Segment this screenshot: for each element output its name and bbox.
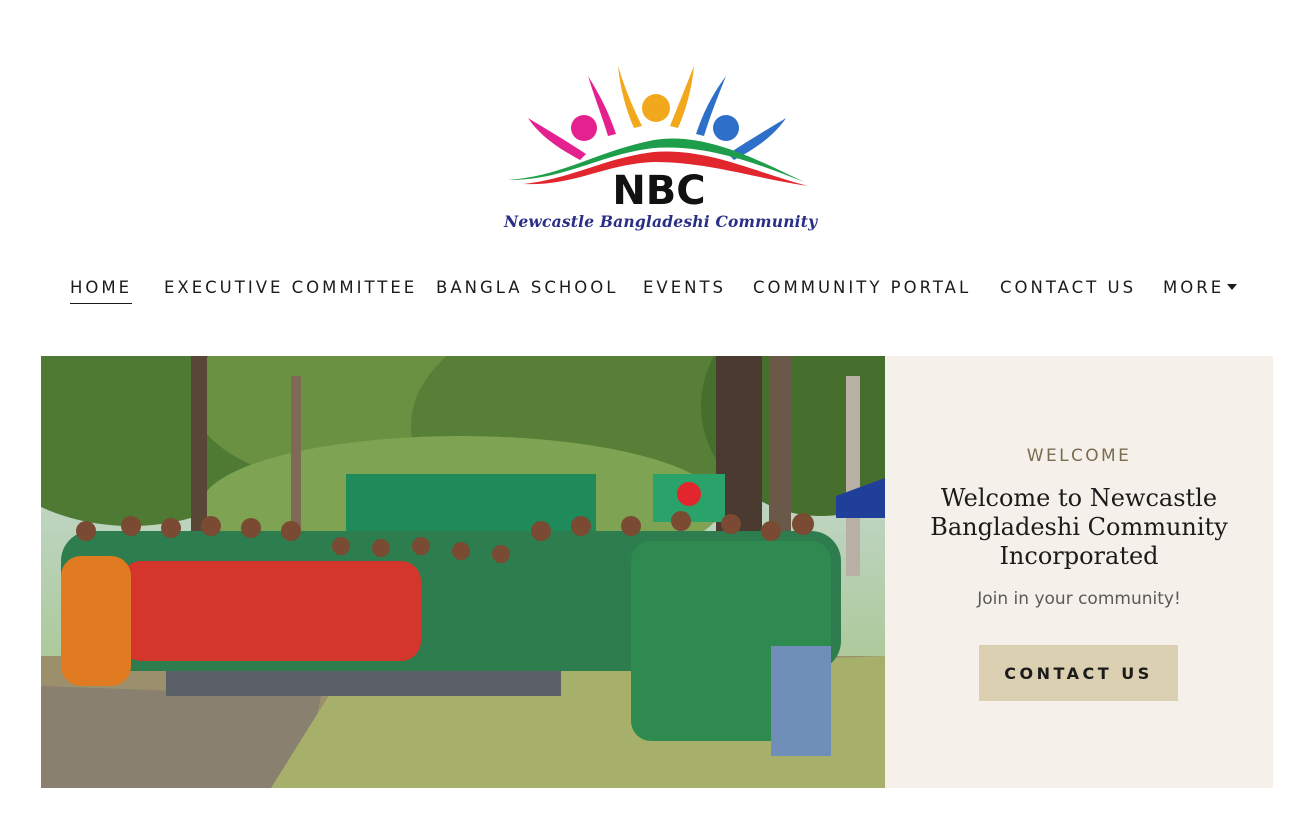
nav-contact-us[interactable]: CONTACT US: [1000, 276, 1136, 300]
nav-more-label: MORE: [1163, 278, 1225, 297]
caret-down-icon: [1227, 284, 1238, 290]
nav-executive-committee[interactable]: EXECUTIVE COMMITTEE: [164, 276, 417, 300]
group-photo-illustration: [41, 356, 885, 788]
welcome-subheading: Join in your community!: [977, 589, 1181, 609]
nav-events[interactable]: EVENTS: [643, 276, 726, 300]
welcome-eyebrow: WELCOME: [1026, 446, 1132, 466]
logo-graphic: NBC: [508, 66, 808, 212]
logo-wordmark: NBC: [612, 168, 705, 212]
nav-home[interactable]: HOME: [70, 276, 133, 304]
hero-group-photo: [41, 356, 885, 788]
nav-more[interactable]: MORE: [1163, 276, 1238, 300]
welcome-panel: WELCOME Welcome to Newcastle Bangladeshi…: [885, 356, 1273, 788]
contact-us-button[interactable]: CONTACT US: [979, 645, 1178, 701]
nav-community-portal[interactable]: COMMUNITY PORTAL: [753, 276, 971, 300]
logo-tagline: Newcastle Bangladeshi Community: [504, 212, 818, 231]
nav-bangla-school[interactable]: BANGLA SCHOOL: [436, 276, 618, 300]
welcome-heading: Welcome to Newcastle Bangladeshi Communi…: [930, 484, 1228, 570]
main-nav: HOME EXECUTIVE COMMITTEE BANGLA SCHOOL E…: [0, 276, 1308, 306]
nbc-logo[interactable]: NBC Newcastle Bangladeshi Community: [504, 62, 818, 238]
